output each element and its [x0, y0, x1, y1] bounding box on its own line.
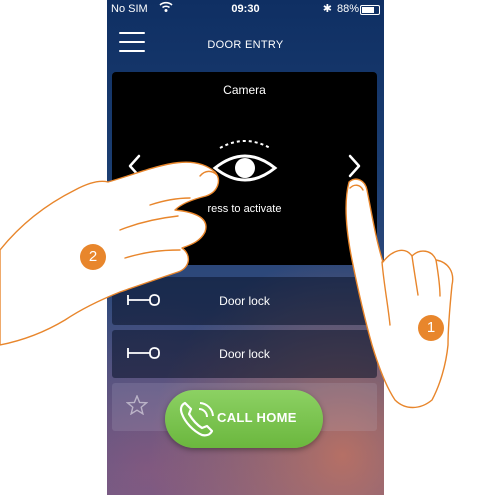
- bluetooth-icon: ✱: [322, 3, 332, 15]
- call-home-label: CALL HOME: [217, 410, 297, 425]
- page-title: DOOR ENTRY: [207, 39, 284, 51]
- step-badge-2: 2: [80, 244, 106, 270]
- phone-screen: No SIM 09:30 ✱ 88% DOOR ENTRY Camera res…: [107, 0, 384, 495]
- battery-percent: 88%: [336, 3, 359, 15]
- door-lock-label: Door lock: [219, 294, 270, 308]
- phone-icon: [179, 401, 214, 437]
- door-lock-row[interactable]: Door lock: [112, 330, 377, 378]
- app-header: DOOR ENTRY: [107, 18, 384, 70]
- door-lock-row[interactable]: Door lock: [112, 277, 377, 325]
- status-bar: No SIM 09:30 ✱ 88%: [107, 0, 384, 18]
- chevron-left-icon[interactable]: [127, 154, 141, 178]
- call-home-button[interactable]: CALL HOME: [165, 390, 323, 448]
- chevron-right-icon[interactable]: [348, 154, 362, 178]
- eye-icon[interactable]: [212, 138, 278, 190]
- battery-icon: [360, 5, 380, 15]
- camera-panel[interactable]: Camera ress to activate: [112, 72, 377, 265]
- camera-activate-text: ress to activate: [207, 203, 282, 215]
- camera-title: Camera: [223, 83, 266, 97]
- step-badge-1: 1: [418, 315, 444, 341]
- door-lock-label: Door lock: [219, 347, 270, 361]
